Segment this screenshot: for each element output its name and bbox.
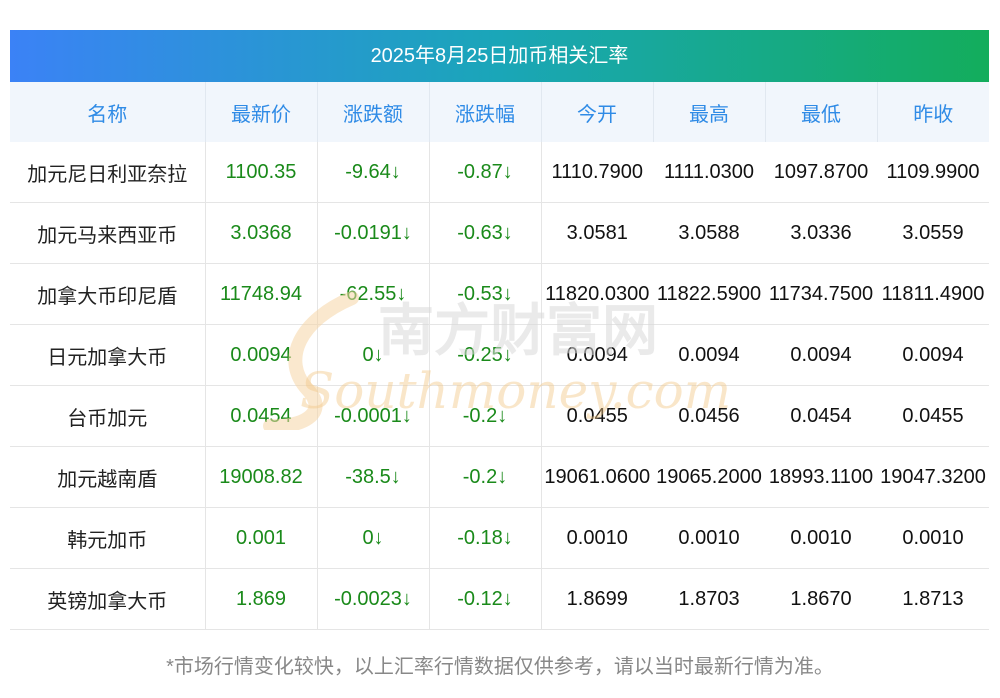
cell-prev-close: 1.8713 [877, 568, 989, 630]
cell-prev-close: 3.0559 [877, 202, 989, 264]
cell-change-pct: -0.87↓ [429, 142, 542, 203]
cell-price: 0.001 [205, 507, 318, 569]
cell-low: 11734.7500 [765, 263, 877, 325]
cell-high: 0.0456 [653, 385, 765, 447]
cell-name: 台币加元 [10, 385, 206, 447]
cell-name: 加元尼日利亚奈拉 [10, 142, 206, 203]
cell-price: 0.0454 [205, 385, 318, 447]
cell-change: -0.0191↓ [317, 202, 430, 264]
cell-change-pct: -0.18↓ [429, 507, 542, 569]
header-change: 涨跌额 [317, 82, 430, 142]
cell-change-pct: -0.53↓ [429, 263, 542, 325]
cell-high: 3.0588 [653, 202, 765, 264]
cell-prev-close: 0.0094 [877, 324, 989, 386]
cell-price: 19008.82 [205, 446, 318, 508]
cell-price: 1100.35 [205, 142, 318, 203]
cell-low: 18993.1100 [765, 446, 877, 508]
cell-open: 0.0094 [541, 324, 653, 386]
cell-prev-close: 11811.4900 [877, 263, 989, 325]
cell-high: 11822.5900 [653, 263, 765, 325]
cell-name: 加拿大币印尼盾 [10, 263, 206, 325]
cell-price: 11748.94 [205, 263, 318, 325]
table-title: 2025年8月25日加币相关汇率 [370, 45, 629, 67]
table-header-row: 名称 最新价 涨跌额 涨跌幅 今开 最高 最低 昨收 [10, 82, 989, 142]
header-prev-close: 昨收 [877, 82, 989, 142]
table-title-banner: 2025年8月25日加币相关汇率 [10, 30, 989, 82]
cell-name: 英镑加拿大币 [10, 568, 206, 630]
cell-high: 0.0094 [653, 324, 765, 386]
cell-low: 0.0454 [765, 385, 877, 447]
cell-open: 1.8699 [541, 568, 653, 630]
cell-change: -0.0023↓ [317, 568, 430, 630]
header-high: 最高 [653, 82, 766, 142]
cell-low: 1.8670 [765, 568, 877, 630]
cell-prev-close: 19047.3200 [877, 446, 989, 508]
table-row: 台币加元 0.0454 -0.0001↓ -0.2↓ 0.0455 0.0456… [10, 385, 989, 447]
table-row: 日元加拿大币 0.0094 0↓ -0.25↓ 0.0094 0.0094 0.… [10, 324, 989, 386]
cell-high: 1111.0300 [653, 142, 765, 203]
exchange-rate-table: 名称 最新价 涨跌额 涨跌幅 今开 最高 最低 昨收 加元尼日利亚奈拉 1100… [10, 82, 989, 630]
table-row: 加拿大币印尼盾 11748.94 -62.55↓ -0.53↓ 11820.03… [10, 263, 989, 325]
cell-change-pct: -0.25↓ [429, 324, 542, 386]
cell-price: 3.0368 [205, 202, 318, 264]
cell-prev-close: 0.0010 [877, 507, 989, 569]
cell-change-pct: -0.2↓ [429, 385, 542, 447]
cell-change-pct: -0.2↓ [429, 446, 542, 508]
cell-low: 3.0336 [765, 202, 877, 264]
cell-change-pct: -0.12↓ [429, 568, 542, 630]
header-change-pct: 涨跌幅 [429, 82, 542, 142]
cell-change: 0↓ [317, 507, 430, 569]
cell-price: 1.869 [205, 568, 318, 630]
cell-change: 0↓ [317, 324, 430, 386]
cell-name: 韩元加币 [10, 507, 206, 569]
cell-high: 0.0010 [653, 507, 765, 569]
table-row: 英镑加拿大币 1.869 -0.0023↓ -0.12↓ 1.8699 1.87… [10, 568, 989, 630]
cell-open: 1110.7900 [541, 142, 653, 203]
cell-low: 0.0010 [765, 507, 877, 569]
table-row: 加元越南盾 19008.82 -38.5↓ -0.2↓ 19061.0600 1… [10, 446, 989, 508]
cell-prev-close: 0.0455 [877, 385, 989, 447]
disclaimer-footnote: *市场行情变化较快，以上汇率行情数据仅供参考，请以当时最新行情为准。 [166, 656, 834, 678]
cell-open: 0.0455 [541, 385, 653, 447]
cell-change: -62.55↓ [317, 263, 430, 325]
table-row: 加元马来西亚币 3.0368 -0.0191↓ -0.63↓ 3.0581 3.… [10, 202, 989, 264]
cell-change-pct: -0.63↓ [429, 202, 542, 264]
cell-open: 3.0581 [541, 202, 653, 264]
cell-open: 0.0010 [541, 507, 653, 569]
cell-change: -0.0001↓ [317, 385, 430, 447]
cell-high: 1.8703 [653, 568, 765, 630]
cell-prev-close: 1109.9900 [877, 142, 989, 203]
table-row: 韩元加币 0.001 0↓ -0.18↓ 0.0010 0.0010 0.001… [10, 507, 989, 569]
header-latest-price: 最新价 [205, 82, 318, 142]
cell-change: -9.64↓ [317, 142, 430, 203]
cell-name: 加元马来西亚币 [10, 202, 206, 264]
cell-low: 0.0094 [765, 324, 877, 386]
cell-name: 日元加拿大币 [10, 324, 206, 386]
cell-price: 0.0094 [205, 324, 318, 386]
cell-open: 19061.0600 [541, 446, 653, 508]
cell-change: -38.5↓ [317, 446, 430, 508]
cell-name: 加元越南盾 [10, 446, 206, 508]
header-name: 名称 [10, 82, 206, 142]
cell-high: 19065.2000 [653, 446, 765, 508]
header-low: 最低 [765, 82, 878, 142]
cell-low: 1097.8700 [765, 142, 877, 203]
cell-open: 11820.0300 [541, 263, 653, 325]
table-row: 加元尼日利亚奈拉 1100.35 -9.64↓ -0.87↓ 1110.7900… [10, 142, 989, 203]
header-open: 今开 [541, 82, 654, 142]
